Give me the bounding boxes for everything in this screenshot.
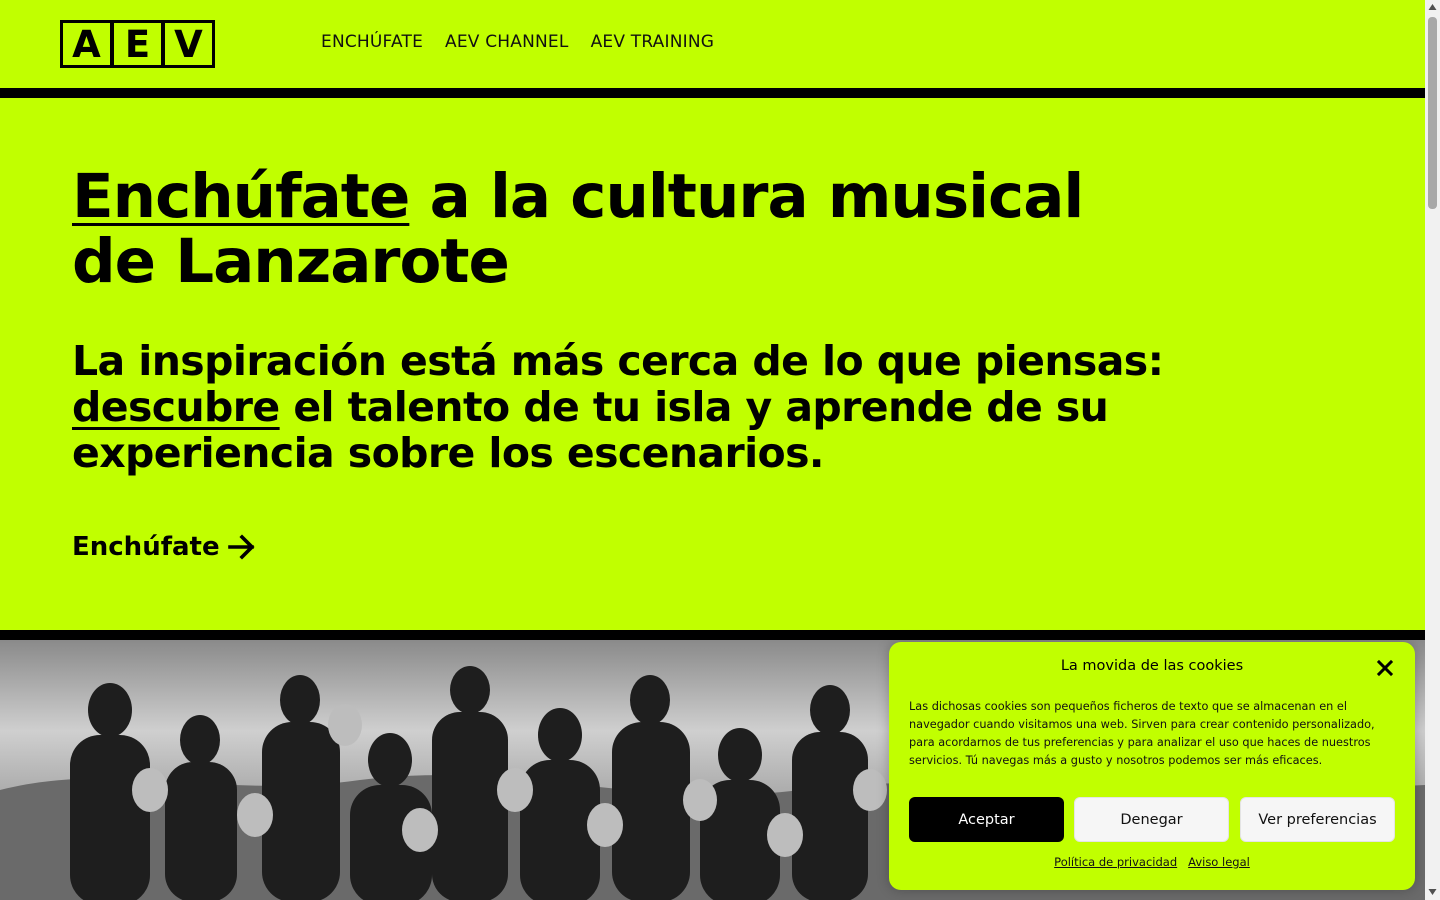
- view-preferences-button[interactable]: Ver preferencias: [1240, 797, 1395, 842]
- cta-label: Enchúfate: [72, 532, 220, 562]
- logo-cell: V: [165, 23, 212, 65]
- scroll-down-arrow-icon[interactable]: [1428, 888, 1437, 896]
- site-header: A E V ENCHÚFATE AEV CHANNEL AEV TRAINING: [0, 0, 1425, 88]
- nav-item-enchufate[interactable]: ENCHÚFATE: [321, 31, 423, 53]
- logo-letter-a: A: [72, 22, 101, 66]
- cookie-consent-dialog: La movida de las cookies Las dichosas co…: [889, 642, 1415, 890]
- hero-subtitle: La inspiración está más cerca de lo que …: [72, 338, 1362, 476]
- logo-cell: E: [114, 23, 161, 65]
- deny-cookies-button[interactable]: Denegar: [1074, 797, 1229, 842]
- logo-cell: A: [63, 23, 110, 65]
- cookie-description: Las dichosas cookies son pequeños ficher…: [909, 700, 1375, 767]
- logo-letter-e: E: [124, 22, 151, 66]
- page-scrollbar[interactable]: [1425, 0, 1440, 900]
- arrow-right-icon: [227, 534, 255, 560]
- hero-section: Enchúfate a la cultura musical de Lanzar…: [0, 98, 1425, 630]
- hero-title-link[interactable]: Enchúfate: [72, 161, 410, 232]
- hero-subtitle-link[interactable]: descubre: [72, 383, 280, 431]
- hero-subtitle-before: La inspiración está más cerca de lo que …: [72, 337, 1164, 385]
- cookie-links: Política de privacidad Aviso legal: [889, 855, 1415, 869]
- logo-letter-v: V: [174, 22, 203, 66]
- scroll-thumb[interactable]: [1428, 17, 1437, 209]
- cookie-title: La movida de las cookies: [1060, 658, 1244, 674]
- hero-divider: [0, 630, 1425, 640]
- main-nav: ENCHÚFATE AEV CHANNEL AEV TRAINING: [321, 31, 714, 53]
- close-icon[interactable]: [1376, 659, 1394, 677]
- header-divider: [0, 88, 1425, 98]
- scroll-up-arrow-icon[interactable]: [1428, 3, 1437, 11]
- enchufate-cta[interactable]: Enchúfate: [72, 532, 256, 562]
- nav-item-aev-channel[interactable]: AEV CHANNEL: [445, 31, 569, 53]
- hero-title: Enchúfate a la cultura musical de Lanzar…: [72, 164, 1172, 294]
- accept-cookies-button[interactable]: Aceptar: [909, 797, 1064, 842]
- legal-notice-link[interactable]: Aviso legal: [1188, 855, 1250, 869]
- aev-logo[interactable]: A E V: [60, 20, 215, 68]
- privacy-policy-link[interactable]: Política de privacidad: [1054, 855, 1177, 869]
- nav-item-aev-training[interactable]: AEV TRAINING: [591, 31, 715, 53]
